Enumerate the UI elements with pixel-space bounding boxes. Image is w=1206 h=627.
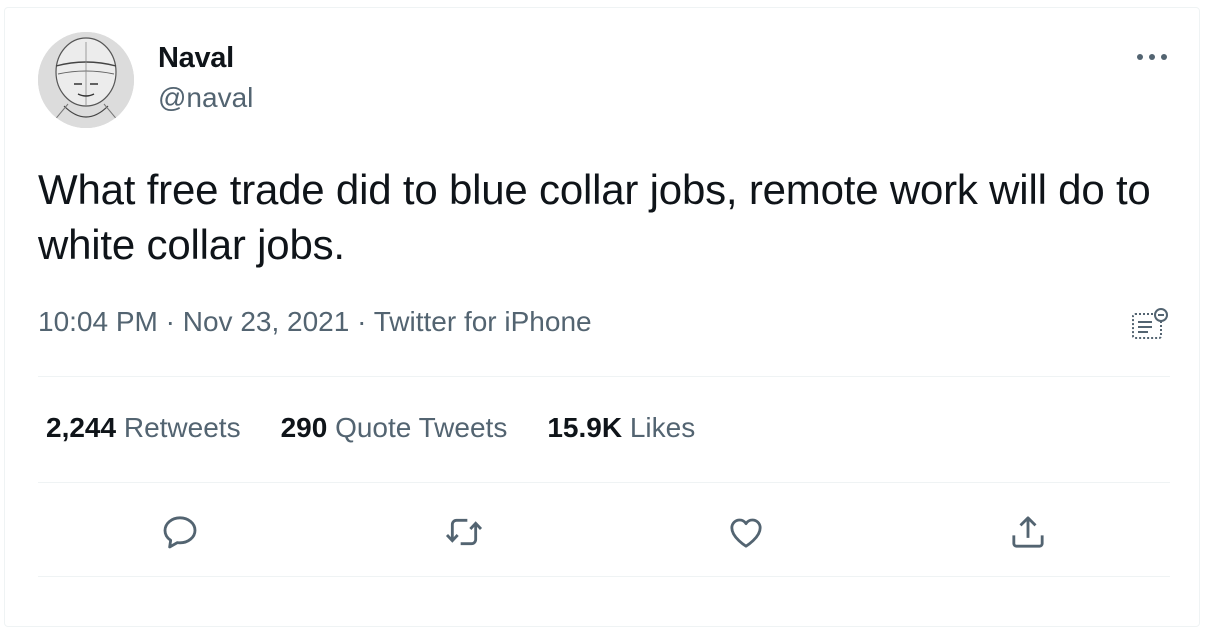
- like-button[interactable]: [724, 510, 768, 554]
- retweets-label: Retweets: [123, 412, 241, 443]
- sketched-face-avatar: [38, 32, 134, 128]
- tweet-time[interactable]: 10:04 PM: [38, 306, 158, 337]
- tweet-meta: 10:04 PM · Nov 23, 2021 · Twitter for iP…: [38, 306, 592, 338]
- divider: [38, 482, 1170, 483]
- retweets-count: 2,244: [46, 412, 117, 443]
- divider: [38, 576, 1170, 577]
- quote-tweets-stat[interactable]: 290 Quote Tweets: [281, 412, 508, 444]
- retweets-stat[interactable]: 2,244 Retweets: [46, 412, 241, 444]
- author-handle[interactable]: @naval: [158, 82, 253, 114]
- author-name[interactable]: Naval: [158, 42, 234, 75]
- tweet-stats: 2,244 Retweets 290 Quote Tweets 15.9K Li…: [46, 412, 695, 444]
- divider: [38, 376, 1170, 377]
- quotes-label: Quote Tweets: [335, 412, 508, 443]
- share-button[interactable]: [1006, 510, 1050, 554]
- tweet-date[interactable]: Nov 23, 2021: [183, 306, 350, 337]
- analytics-icon: [1132, 308, 1168, 339]
- reply-button[interactable]: [158, 510, 202, 554]
- analytics-button[interactable]: [1130, 306, 1170, 342]
- likes-stat[interactable]: 15.9K Likes: [547, 412, 695, 444]
- tweet-text: What free trade did to blue collar jobs,…: [38, 166, 1151, 268]
- retweet-icon: [445, 518, 483, 546]
- like-icon: [730, 518, 762, 548]
- meta-separator: ·: [349, 306, 374, 337]
- more-icon: [1137, 54, 1167, 60]
- likes-label: Likes: [629, 412, 696, 443]
- likes-count: 15.9K: [547, 412, 623, 443]
- share-icon: [1012, 516, 1044, 548]
- retweet-button[interactable]: [442, 510, 486, 554]
- quotes-count: 290: [280, 412, 328, 443]
- reply-icon: [163, 516, 197, 549]
- more-options-button[interactable]: [1136, 50, 1168, 64]
- author-avatar[interactable]: [38, 32, 134, 128]
- meta-separator: ·: [157, 306, 183, 337]
- tweet-source[interactable]: Twitter for iPhone: [374, 306, 592, 337]
